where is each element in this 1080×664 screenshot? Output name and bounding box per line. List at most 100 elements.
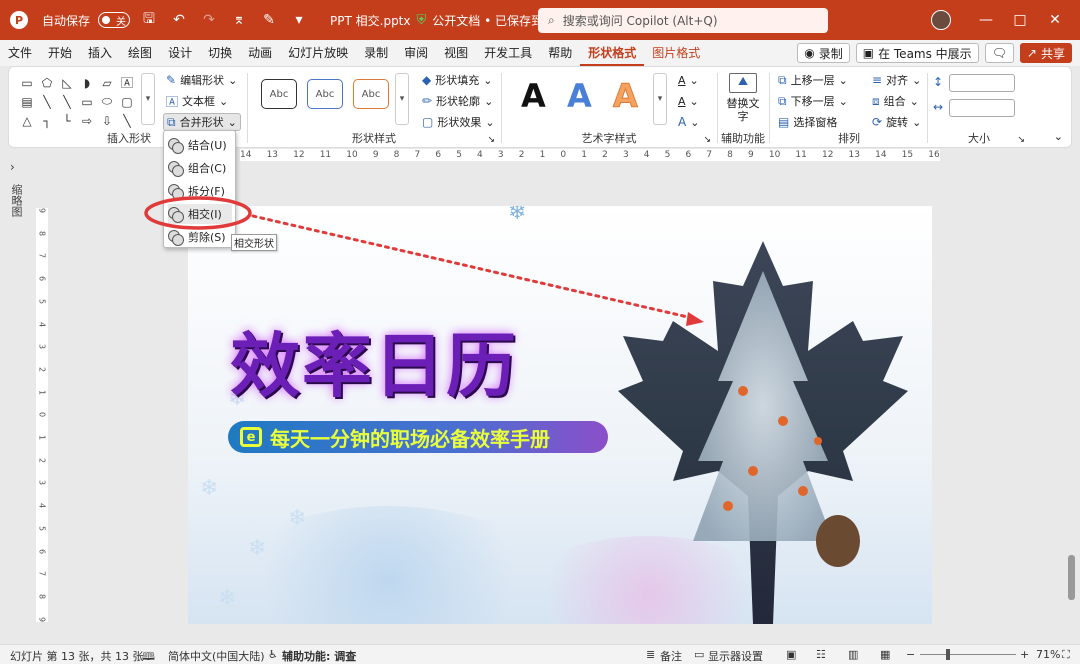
tab-developer[interactable]: 开发工具: [476, 40, 540, 66]
shape-gallery-more[interactable]: ▾: [141, 73, 155, 125]
teardrop-shape-icon[interactable]: ◗: [77, 73, 97, 92]
shape-style-1[interactable]: Abc: [261, 79, 297, 109]
close-icon[interactable]: ✕: [1045, 10, 1065, 30]
tab-home[interactable]: 开始: [40, 40, 80, 66]
width-input[interactable]: [949, 99, 1015, 117]
wordart-styles-more[interactable]: ▾: [653, 73, 667, 125]
display-settings-button[interactable]: 显示器设置: [708, 648, 763, 664]
undo-icon[interactable]: ↶: [168, 9, 190, 31]
line2-shape-icon[interactable]: ╲: [57, 92, 77, 111]
textbox-shape-icon[interactable]: 🄰: [117, 73, 137, 92]
share-button[interactable]: ↗ 共享: [1019, 43, 1072, 63]
parallelogram-shape-icon[interactable]: ▱: [97, 73, 117, 92]
redo-icon[interactable]: ↷: [198, 9, 220, 31]
maximize-icon[interactable]: □: [1010, 10, 1030, 30]
save-icon[interactable]: 🖫: [138, 9, 160, 31]
accessibility-status[interactable]: 辅助功能: 调查: [282, 648, 356, 664]
expand-panel-icon[interactable]: ›: [10, 160, 15, 174]
align-button[interactable]: ≡ 对齐 ⌄: [869, 71, 924, 89]
zoom-level[interactable]: 71%: [1036, 648, 1060, 661]
autosave-toggle[interactable]: 关: [98, 12, 131, 28]
connector-shape-icon[interactable]: ┐: [37, 111, 57, 130]
oval-shape-icon[interactable]: ⬭: [97, 92, 117, 111]
snip-rect-shape-icon[interactable]: ⬠: [37, 73, 57, 92]
vertical-textbox-shape-icon[interactable]: ▤: [17, 92, 37, 111]
vertical-scrollbar[interactable]: [1068, 160, 1075, 630]
shape-fill-button[interactable]: ◆ 形状填充 ⌄: [419, 71, 495, 89]
tab-insert[interactable]: 插入: [80, 40, 120, 66]
alt-text-button[interactable]: 替换文字: [725, 97, 761, 123]
right-arrow-shape-icon[interactable]: ⇨: [77, 111, 97, 130]
text-box-button[interactable]: 🄰 文本框 ⌄: [163, 92, 231, 110]
minimize-icon[interactable]: —: [976, 10, 996, 30]
fit-slide-icon[interactable]: ⛶: [1062, 648, 1070, 662]
down-arrow-shape-icon[interactable]: ⇩: [97, 111, 117, 130]
rect-shape-icon[interactable]: ▭: [77, 92, 97, 111]
merge-shapes-button[interactable]: ⧉ 合并形状 ⌄: [163, 113, 241, 131]
menu-item-subtract[interactable]: 剪除(S): [168, 227, 232, 247]
maple-leaf-tree-image[interactable]: [613, 241, 913, 624]
shape-outline-button[interactable]: ✏ 形状轮廓 ⌄: [419, 92, 496, 110]
triangle-shape-icon[interactable]: ◺: [57, 73, 77, 92]
group-button[interactable]: ⧈ 组合 ⌄: [869, 92, 922, 110]
diagonal-line-shape-icon[interactable]: ╲: [117, 111, 137, 130]
tab-shape-format[interactable]: 形状格式: [580, 40, 645, 66]
present-icon[interactable]: ⌆: [228, 9, 250, 31]
normal-view-icon[interactable]: ▣: [786, 648, 796, 661]
wordart-style-orange[interactable]: A: [613, 77, 639, 116]
shape-styles-more[interactable]: ▾: [395, 73, 409, 125]
zoom-out-icon[interactable]: −: [906, 648, 915, 661]
comments-button[interactable]: 🗨: [984, 43, 1014, 63]
elbow-shape-icon[interactable]: └: [57, 111, 77, 130]
document-name[interactable]: PPT 相交.pptx: [330, 12, 410, 29]
collapse-ribbon-icon[interactable]: ⌄: [1054, 130, 1063, 143]
tab-animations[interactable]: 动画: [240, 40, 280, 66]
scrollbar-thumb[interactable]: [1068, 555, 1075, 600]
zoom-slider-thumb[interactable]: [946, 649, 950, 660]
bring-forward-button[interactable]: ⧉ 上移一层 ⌄: [775, 71, 851, 89]
record-button[interactable]: ◉ 录制: [797, 43, 850, 63]
text-outline-button[interactable]: A ⌄: [675, 92, 702, 110]
tab-record[interactable]: 录制: [356, 40, 396, 66]
rotate-button[interactable]: ⟳ 旋转 ⌄: [869, 113, 924, 131]
dialog-launcher-icon[interactable]: ↘: [703, 135, 711, 145]
tab-transitions[interactable]: 切换: [200, 40, 240, 66]
height-input[interactable]: [949, 74, 1015, 92]
teams-present-button[interactable]: ▣ 在 Teams 中展示: [855, 43, 979, 63]
slide-title[interactable]: 效率日历: [230, 310, 518, 411]
tab-help[interactable]: 帮助: [540, 40, 580, 66]
rounded-rect2-shape-icon[interactable]: ▢: [117, 92, 137, 111]
send-backward-button[interactable]: ⧉ 下移一层 ⌄: [775, 92, 851, 110]
tab-file[interactable]: 文件: [0, 40, 40, 66]
menu-item-fragment[interactable]: 拆分(F): [168, 181, 232, 201]
tab-review[interactable]: 审阅: [396, 40, 436, 66]
language-indicator[interactable]: 简体中文(中国大陆): [168, 648, 265, 664]
tab-view[interactable]: 视图: [436, 40, 476, 66]
reading-view-icon[interactable]: ▥: [848, 648, 858, 661]
wordart-style-blue[interactable]: A: [567, 77, 592, 115]
slide-sorter-icon[interactable]: ☷: [816, 648, 826, 661]
spellcheck-icon[interactable]: 🕮: [142, 648, 155, 664]
shape-style-3[interactable]: Abc: [353, 79, 389, 109]
tab-draw[interactable]: 绘图: [120, 40, 160, 66]
dialog-launcher-icon[interactable]: ↘: [1017, 135, 1025, 145]
menu-item-combine[interactable]: 组合(C): [168, 158, 232, 178]
user-avatar[interactable]: [931, 10, 951, 30]
zoom-in-icon[interactable]: +: [1020, 648, 1029, 661]
pen-icon[interactable]: ✎: [258, 9, 280, 31]
thumbnail-label[interactable]: 缩略图: [8, 184, 24, 217]
wordart-style-black[interactable]: A: [521, 77, 546, 115]
slide-canvas[interactable]: ❄ ❄ ❄ ❄ ❄ ❄ 效率日历 e 每天一分钟的职场必备效率手册: [188, 206, 932, 624]
triangle2-shape-icon[interactable]: △: [17, 111, 37, 130]
selection-pane-button[interactable]: ▤ 选择窗格: [775, 113, 840, 131]
subtitle-banner[interactable]: e 每天一分钟的职场必备效率手册: [228, 421, 608, 453]
menu-item-union[interactable]: 结合(U): [168, 135, 232, 155]
search-box[interactable]: ⌕ 搜索或询问 Copilot (Alt+Q): [538, 8, 828, 33]
line-shape-icon[interactable]: ╲: [37, 92, 57, 111]
edit-shape-button[interactable]: ✎ 编辑形状 ⌄: [163, 71, 240, 89]
notes-button[interactable]: 备注: [660, 648, 682, 664]
shape-style-2[interactable]: Abc: [307, 79, 343, 109]
rounded-rect-shape-icon[interactable]: ▭: [17, 73, 37, 92]
customize-toolbar-icon[interactable]: ▾: [288, 9, 310, 31]
menu-item-intersect[interactable]: 相交(I): [168, 204, 232, 224]
